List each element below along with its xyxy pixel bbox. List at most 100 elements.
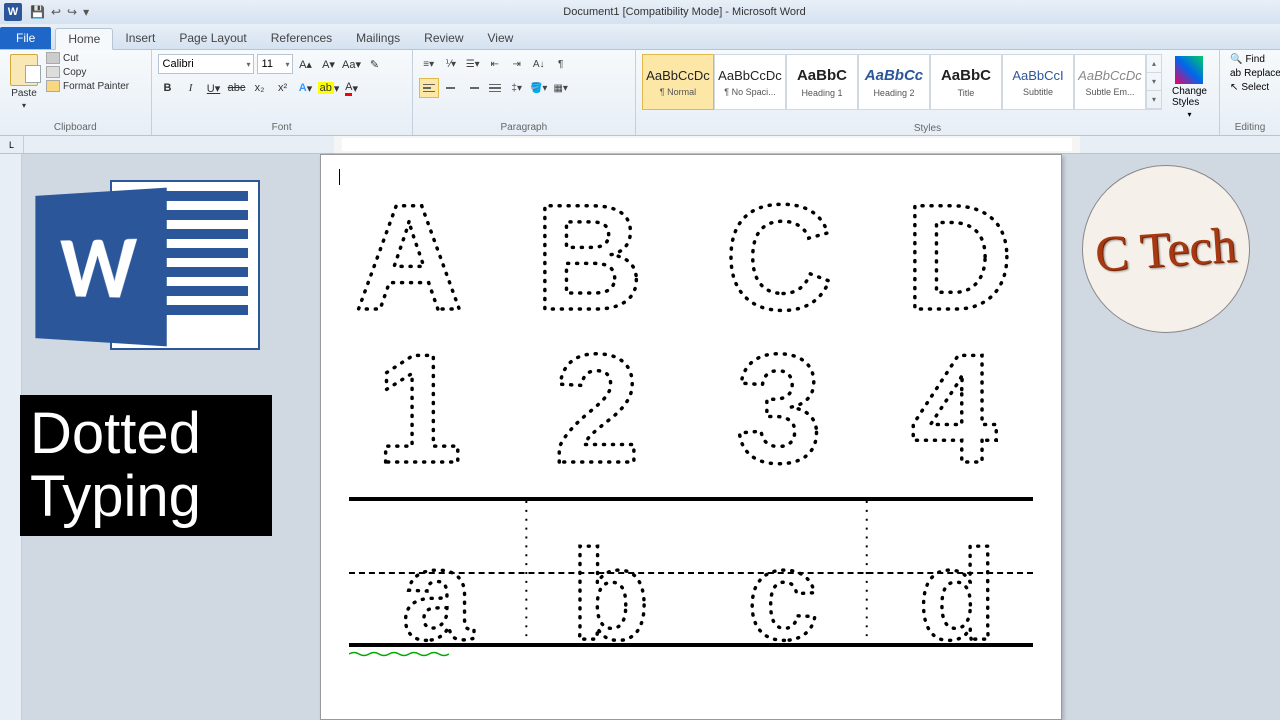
tab-view[interactable]: View <box>476 27 526 49</box>
tab-review[interactable]: Review <box>412 27 475 49</box>
tab-mailings[interactable]: Mailings <box>344 27 412 49</box>
tab-home[interactable]: Home <box>55 28 113 50</box>
grow-font-button[interactable]: A▴ <box>296 54 316 74</box>
group-label-styles: Styles <box>642 123 1213 136</box>
decrease-indent-button[interactable]: ⇤ <box>485 54 505 74</box>
svg-text:A: A <box>355 189 463 329</box>
svg-text:D: D <box>905 189 1013 329</box>
change-case-button[interactable]: Aa▾ <box>342 54 362 74</box>
find-button[interactable]: 🔍Find <box>1230 54 1270 65</box>
font-name-combo[interactable]: Calibri <box>158 54 254 74</box>
group-clipboard: Paste ▾ Cut Copy Format Painter Clipboar… <box>0 50 152 135</box>
tab-selector[interactable]: L <box>0 136 24 153</box>
styles-scroll[interactable]: ▴▾▾ <box>1146 54 1162 110</box>
subscript-button[interactable]: x₂ <box>250 78 270 98</box>
select-button[interactable]: ↖Select <box>1230 82 1270 93</box>
borders-button[interactable]: ▦▾ <box>551 78 571 98</box>
text-cursor <box>339 169 340 185</box>
style-normal[interactable]: AaBbCcDc¶ Normal <box>642 54 714 110</box>
style-heading2[interactable]: AaBbCcHeading 2 <box>858 54 930 110</box>
channel-logo: C Tech <box>1082 165 1250 333</box>
show-marks-button[interactable]: ¶ <box>551 54 571 74</box>
shading-button[interactable]: 🪣▾ <box>529 78 549 98</box>
quick-access-toolbar: 💾 ↩ ↪ ▾ <box>30 5 89 19</box>
clear-formatting-button[interactable]: ✎ <box>365 54 385 74</box>
chevron-down-icon: ▾ <box>22 101 26 110</box>
cut-button[interactable]: Cut <box>46 52 129 64</box>
paste-icon <box>10 54 38 86</box>
redo-icon[interactable]: ↪ <box>67 5 77 19</box>
copy-icon <box>46 66 60 78</box>
dotted-letters-row1: A B C D <box>339 189 1039 329</box>
bold-button[interactable]: B <box>158 78 178 98</box>
group-label-clipboard: Clipboard <box>6 122 145 135</box>
svg-text:2: 2 <box>554 334 640 484</box>
word-app-icon: W <box>4 3 22 21</box>
multilevel-button[interactable]: ☰▾ <box>463 54 483 74</box>
svg-text:4: 4 <box>911 334 997 484</box>
tab-page-layout[interactable]: Page Layout <box>167 27 258 49</box>
style-subtle-em[interactable]: AaBbCcDcSubtle Em... <box>1074 54 1146 110</box>
group-paragraph: ≡▾ ⅟▾ ☰▾ ⇤ ⇥ A↓ ¶ ‡▾ 🪣▾ ▦▾ Paragraph <box>413 50 636 135</box>
increase-indent-button[interactable]: ⇥ <box>507 54 527 74</box>
format-painter-button[interactable]: Format Painter <box>46 80 129 92</box>
spelling-squiggle <box>349 651 449 657</box>
titlebar: W 💾 ↩ ↪ ▾ Document1 [Compatibility Mode]… <box>0 0 1280 24</box>
vertical-ruler[interactable] <box>0 154 22 720</box>
tab-insert[interactable]: Insert <box>113 27 167 49</box>
strike-button[interactable]: abc <box>227 78 247 98</box>
dotted-letters-row3: a b c d <box>349 501 1049 649</box>
superscript-button[interactable]: x² <box>273 78 293 98</box>
style-subtitle[interactable]: AaBbCcISubtitle <box>1002 54 1074 110</box>
align-center-button[interactable] <box>441 78 461 98</box>
group-font: Calibri 11 A▴ A▾ Aa▾ ✎ B I U▾ abc x₂ x² … <box>152 50 413 135</box>
text-effects-button[interactable]: A▾ <box>296 78 316 98</box>
horizontal-ruler[interactable] <box>334 136 1080 153</box>
sort-button[interactable]: A↓ <box>529 54 549 74</box>
chevron-up-icon[interactable]: ▴ <box>1147 55 1161 73</box>
word-logo-overlay: W <box>30 170 260 370</box>
change-styles-button[interactable]: Change Styles ▾ <box>1166 52 1213 123</box>
bullets-button[interactable]: ≡▾ <box>419 54 439 74</box>
select-icon: ↖ <box>1230 82 1238 93</box>
paste-button[interactable]: Paste ▾ <box>6 52 42 112</box>
expand-icon[interactable]: ▾ <box>1147 91 1161 109</box>
shrink-font-button[interactable]: A▾ <box>319 54 339 74</box>
chevron-down-icon[interactable]: ▾ <box>1147 73 1161 91</box>
ruler-bar: L <box>0 136 1280 154</box>
save-icon[interactable]: 💾 <box>30 5 45 19</box>
align-left-button[interactable] <box>419 78 439 98</box>
font-size-combo[interactable]: 11 <box>257 54 293 74</box>
tab-references[interactable]: References <box>259 27 344 49</box>
style-heading1[interactable]: AaBbCHeading 1 <box>786 54 858 110</box>
svg-text:B: B <box>535 189 643 329</box>
style-no-spacing[interactable]: AaBbCcDc¶ No Spaci... <box>714 54 786 110</box>
font-color-button[interactable]: A▾ <box>342 78 362 98</box>
highlight-button[interactable]: ab▾ <box>319 78 339 98</box>
replace-icon: ab <box>1230 68 1241 79</box>
svg-text:d: d <box>918 524 996 649</box>
styles-gallery: AaBbCcDc¶ Normal AaBbCcDc¶ No Spaci... A… <box>642 52 1162 110</box>
title-banner: Dotted Typing <box>20 395 272 536</box>
replace-button[interactable]: abReplace <box>1230 68 1270 79</box>
group-label-editing: Editing <box>1226 122 1274 135</box>
numbering-button[interactable]: ⅟▾ <box>441 54 461 74</box>
group-label-font: Font <box>158 122 406 135</box>
svg-text:c: c <box>747 524 818 649</box>
align-right-button[interactable] <box>463 78 483 98</box>
svg-text:b: b <box>571 524 649 649</box>
italic-button[interactable]: I <box>181 78 201 98</box>
group-editing: 🔍Find abReplace ↖Select Editing <box>1220 50 1280 135</box>
svg-text:C: C <box>725 189 833 329</box>
svg-text:a: a <box>402 524 475 649</box>
ribbon-tabs: File Home Insert Page Layout References … <box>0 24 1280 50</box>
justify-button[interactable] <box>485 78 505 98</box>
window-title: Document1 [Compatibility Mode] - Microso… <box>89 6 1280 18</box>
underline-button[interactable]: U▾ <box>204 78 224 98</box>
tab-file[interactable]: File <box>0 27 51 49</box>
undo-icon[interactable]: ↩ <box>51 5 61 19</box>
line-spacing-button[interactable]: ‡▾ <box>507 78 527 98</box>
document-page[interactable]: A B C D 1 2 3 4 a b c d <box>320 154 1062 720</box>
copy-button[interactable]: Copy <box>46 66 129 78</box>
style-title[interactable]: AaBbCTitle <box>930 54 1002 110</box>
